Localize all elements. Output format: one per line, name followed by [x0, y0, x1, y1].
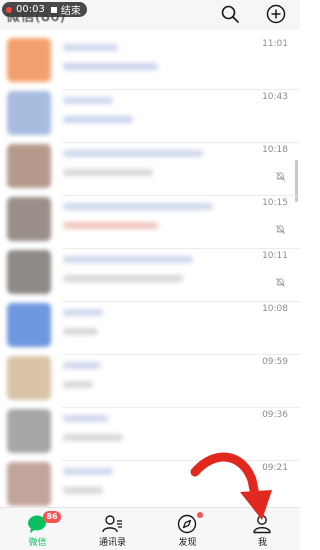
- avatar[interactable]: [7, 91, 51, 135]
- chat-row[interactable]: 09:59: [0, 348, 300, 408]
- chat-row[interactable]: 11:01: [0, 30, 300, 90]
- search-icon[interactable]: [219, 3, 241, 25]
- chat-preview-blurred: [63, 381, 93, 388]
- tab-contacts[interactable]: 通讯录: [75, 508, 150, 550]
- chat-row[interactable]: 09:21: [0, 454, 300, 507]
- tab-label: 发现: [178, 538, 197, 548]
- chat-name-blurred: [63, 150, 203, 157]
- chat-preview-blurred: [63, 63, 158, 70]
- avatar[interactable]: [7, 197, 51, 241]
- tab-chats[interactable]: 86 微信: [0, 508, 75, 550]
- chat-name-blurred: [63, 256, 193, 263]
- record-dot-icon: [6, 6, 12, 13]
- chat-time: 10:08: [262, 304, 288, 314]
- chat-row[interactable]: 10:15: [0, 189, 300, 249]
- avatar[interactable]: [7, 356, 51, 400]
- chat-time: 11:01: [262, 39, 288, 49]
- tab-label: 通讯录: [98, 538, 126, 548]
- bottom-tab-bar: 86 微信 通讯录 发现 我: [0, 507, 300, 550]
- muted-bell-icon: [276, 172, 285, 181]
- chat-row[interactable]: 10:08: [0, 295, 300, 355]
- new-dot-badge: [197, 512, 203, 518]
- chat-row[interactable]: 10:43: [0, 83, 300, 143]
- chat-name-blurred: [63, 468, 113, 475]
- chat-row[interactable]: 10:11: [0, 242, 300, 302]
- chat-name-blurred: [63, 203, 213, 210]
- chat-time: 10:15: [262, 198, 288, 208]
- avatar[interactable]: [7, 144, 51, 188]
- avatar[interactable]: [7, 250, 51, 294]
- screen-recording-pill[interactable]: 00:03 结束: [2, 2, 87, 17]
- avatar[interactable]: [7, 409, 51, 453]
- chat-preview-blurred: [63, 116, 133, 123]
- chat-row[interactable]: 09:36: [0, 401, 300, 461]
- chat-time: 09:36: [262, 410, 288, 420]
- chat-name-blurred: [63, 362, 101, 369]
- chat-row[interactable]: 10:18: [0, 136, 300, 196]
- chat-time: 09:21: [262, 463, 288, 473]
- avatar[interactable]: [7, 303, 51, 347]
- chat-name-blurred: [63, 44, 118, 51]
- tab-label: 我: [257, 538, 267, 548]
- chat-name-blurred: [63, 97, 113, 104]
- avatar[interactable]: [7, 462, 51, 506]
- chat-preview-blurred: [63, 487, 103, 494]
- unread-badge: 86: [43, 511, 61, 523]
- chat-preview-blurred: [63, 434, 123, 441]
- chat-name-blurred: [63, 415, 108, 422]
- muted-bell-icon: [276, 278, 285, 287]
- chat-time: 10:18: [262, 145, 288, 155]
- chat-time: 10:43: [262, 92, 288, 102]
- chat-preview-blurred: [63, 275, 183, 282]
- recording-time: 00:03: [16, 4, 45, 15]
- recording-end-label[interactable]: 结束: [61, 2, 81, 17]
- chat-preview-blurred: [63, 328, 98, 335]
- contacts-icon: [102, 515, 122, 533]
- plus-circle-icon[interactable]: [265, 3, 287, 25]
- chat-preview-blurred: [63, 222, 158, 229]
- chat-name-blurred: [63, 309, 103, 316]
- tab-label: 微信: [28, 538, 47, 548]
- chat-list[interactable]: 11:01 10:43 10:18 10:15 10:11 10:08 09:59 09:36…: [0, 30, 300, 507]
- muted-bell-icon: [276, 225, 285, 234]
- compass-icon: [177, 514, 197, 534]
- chat-time: 10:11: [262, 251, 288, 261]
- tab-me[interactable]: 我: [225, 508, 300, 550]
- chat-time: 09:59: [262, 357, 288, 367]
- person-icon: [253, 515, 271, 534]
- chat-preview-blurred: [63, 169, 153, 176]
- avatar[interactable]: [7, 38, 51, 82]
- tab-discover[interactable]: 发现: [150, 508, 225, 550]
- stop-icon: [50, 6, 57, 13]
- top-bar: 微信(86) 00:03 结束: [0, 0, 300, 30]
